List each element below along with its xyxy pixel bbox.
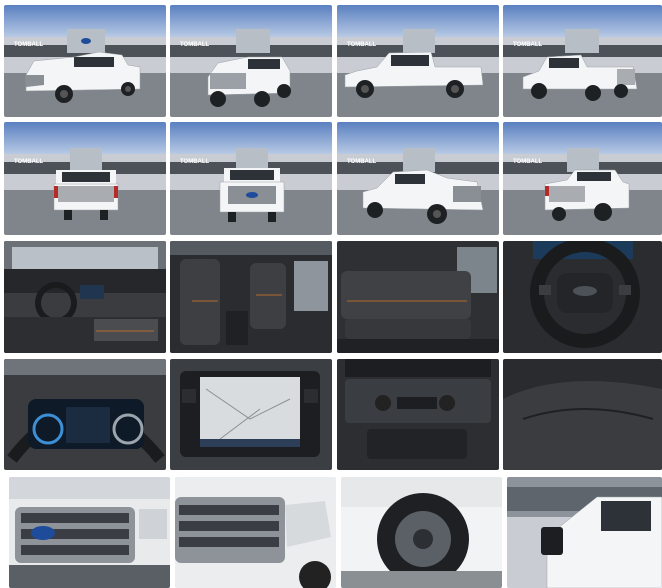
dealer-sign-text: TOMBALL: [513, 42, 543, 48]
gallery-photo-interior-rear-seats[interactable]: [337, 241, 499, 353]
interior-photo: [337, 241, 499, 353]
interior-photo: [170, 241, 332, 353]
gallery-photo-interior-seat-detail[interactable]: [503, 359, 662, 470]
dealer-sign-text: TOMBALL: [14, 159, 44, 165]
interior-photo: [503, 359, 662, 470]
interior-photo: [4, 241, 166, 353]
dealer-sign-text: TOMBALL: [180, 159, 210, 165]
truck-photo: TOMBALL: [503, 122, 662, 235]
gallery-photo-exterior-front-left[interactable]: TOMBALL: [4, 5, 166, 117]
gallery-photo-exterior-front-right[interactable]: TOMBALL: [170, 5, 332, 117]
gallery-photo-interior-steering-wheel[interactable]: [503, 241, 662, 353]
gallery-photo-interior-climate[interactable]: [337, 359, 499, 470]
ford-logo-icon: [31, 526, 55, 540]
interior-photo: [4, 359, 166, 470]
truck-photo: TOMBALL: [4, 5, 166, 117]
vehicle-photo-gallery: TOMBALL TOMBALL TOMBALL TOMBALL TOMBALL …: [0, 0, 662, 588]
gallery-photo-interior-front-seats[interactable]: [170, 241, 332, 353]
gallery-photo-detail-mirror[interactable]: [507, 477, 662, 588]
truck-photo: TOMBALL: [4, 122, 166, 235]
dealer-sign-text: TOMBALL: [14, 42, 44, 48]
interior-photo: [170, 359, 332, 470]
gallery-photo-interior-navigation[interactable]: [170, 359, 332, 470]
dealer-sign-text: TOMBALL: [513, 159, 543, 165]
truck-photo: TOMBALL: [170, 122, 332, 235]
gallery-photo-interior-cluster[interactable]: [4, 359, 166, 470]
truck-photo: TOMBALL: [503, 5, 662, 117]
detail-photo: [507, 477, 662, 588]
interior-photo: [503, 241, 662, 353]
dealer-sign-text: TOMBALL: [180, 42, 210, 48]
gallery-photo-exterior-front-angle[interactable]: TOMBALL: [337, 122, 499, 235]
truck-photo: TOMBALL: [337, 122, 499, 235]
gallery-photo-interior-dashboard[interactable]: [4, 241, 166, 353]
side-mirror-icon: [541, 527, 563, 555]
truck-photo: TOMBALL: [170, 5, 332, 117]
gallery-photo-exterior-rear-left[interactable]: TOMBALL: [503, 5, 662, 117]
gallery-photo-exterior-front[interactable]: TOMBALL: [170, 122, 332, 235]
gallery-photo-exterior-side[interactable]: TOMBALL: [337, 5, 499, 117]
gallery-photo-exterior-rear[interactable]: TOMBALL: [4, 122, 166, 235]
gallery-photo-detail-grille-left[interactable]: [9, 477, 170, 588]
dealer-sign-text: TOMBALL: [347, 42, 377, 48]
detail-photo: [9, 477, 170, 588]
detail-photo: [341, 477, 502, 588]
dealer-sign-text: TOMBALL: [347, 159, 377, 165]
interior-photo: [337, 359, 499, 470]
gallery-photo-detail-wheel[interactable]: [341, 477, 502, 588]
truck-photo: TOMBALL: [337, 5, 499, 117]
gallery-photo-exterior-rear-angle[interactable]: TOMBALL: [503, 122, 662, 235]
gallery-photo-detail-grille-right[interactable]: [175, 477, 336, 588]
detail-photo: [175, 477, 336, 588]
